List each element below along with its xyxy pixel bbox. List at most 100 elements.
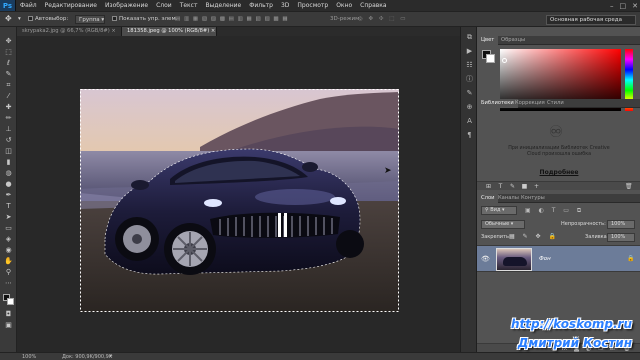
history-brush-tool-icon[interactable]: ↺ — [3, 136, 14, 145]
menu-window[interactable]: Окно — [332, 2, 356, 9]
fill-label: Заливка: — [585, 234, 609, 240]
library-color-icon[interactable]: ■ — [521, 183, 528, 190]
color-background-swatch[interactable] — [486, 54, 495, 63]
autoselect-value: Группа — [79, 17, 100, 23]
3d-tool-icon[interactable]: ◈ — [3, 235, 14, 244]
marquee-tool-icon[interactable]: ⬚ — [3, 48, 14, 57]
show-controls-checkbox[interactable]: Показать упр. элем. — [112, 15, 177, 24]
opacity-label: Непрозрачность: — [561, 221, 606, 227]
healing-brush-tool-icon[interactable]: ✚ — [3, 103, 14, 112]
minimize-button[interactable]: – — [610, 2, 614, 10]
blur-tool-icon[interactable]: ◍ — [3, 169, 14, 178]
maximize-button[interactable]: □ — [620, 2, 627, 10]
move-tool-icon[interactable]: ✥ — [5, 15, 12, 24]
tab-skrypaka2[interactable]: skrypakа2.jpg @ 66,7% (RGB/8#) × — [17, 27, 122, 36]
3d-mode-icons[interactable]: ◎ ✥ ✣ ⬚ ▭ — [358, 15, 407, 24]
menu-edit[interactable]: Редактирование — [41, 2, 101, 9]
gradient-tool-icon[interactable]: ▮ — [3, 158, 14, 167]
document-tabs: skrypakа2.jpg @ 66,7% (RGB/8#) × 181358.… — [17, 27, 460, 36]
tab-styles[interactable]: Стили — [543, 99, 568, 108]
show-controls-label: Показать упр. элем. — [119, 16, 178, 22]
tab-181358[interactable]: 181358.jpeg @ 100% (RGB/8#) × — [122, 27, 217, 36]
tool-preset-picker[interactable]: ▾ — [18, 15, 21, 24]
close-button[interactable]: ✕ — [632, 2, 638, 10]
layer-kind-filter[interactable]: ⚲ Вид ▾ — [481, 206, 517, 215]
document-image[interactable] — [80, 89, 399, 312]
quick-mask-icon[interactable]: ◘ — [3, 310, 14, 319]
kind-filter-label: Вид — [490, 207, 501, 213]
opacity-input[interactable]: 100% — [607, 220, 635, 229]
menu-select[interactable]: Выделение — [201, 2, 245, 9]
status-arrow-icon[interactable]: ▸ — [110, 353, 113, 359]
screen-mode-icon[interactable]: ▣ — [3, 321, 14, 330]
layer-thumbnail — [496, 248, 532, 271]
library-brush-icon[interactable]: ✎ — [509, 183, 516, 190]
library-add-icon[interactable]: ⊞ — [485, 183, 492, 190]
eyedropper-tool-icon[interactable]: ⁄ — [3, 92, 14, 101]
visibility-eye-icon[interactable]: 👁 — [481, 255, 490, 263]
menu-image[interactable]: Изображение — [101, 2, 152, 9]
3d-camera-tool-icon[interactable]: ◉ — [3, 246, 14, 255]
brush-panel-icon[interactable]: ✎ — [465, 89, 474, 98]
path-select-tool-icon[interactable]: ➤ — [3, 213, 14, 222]
document-size: Док: 900,9K/900,9K — [62, 354, 113, 360]
info-panel-icon[interactable]: ⓘ — [465, 75, 474, 84]
library-text-icon[interactable]: T — [497, 183, 504, 190]
hand-tool-icon[interactable]: ✋ — [3, 257, 14, 266]
menu-3d[interactable]: 3D — [277, 2, 293, 9]
blend-mode-dropdown[interactable]: Обычные ▾ — [481, 220, 525, 229]
mode-3d-label: 3D-режим: — [330, 16, 362, 22]
lock-label: Закрепить: — [481, 234, 511, 240]
character-panel-icon[interactable]: A — [465, 117, 474, 126]
lock-icons[interactable]: ▦ ✎ ✥ 🔒 — [509, 233, 559, 240]
pen-tool-icon[interactable]: ✒ — [3, 191, 14, 200]
layer-filter-icons[interactable]: ▣ ◐ T ▭ ⧉ — [525, 207, 584, 215]
paragraph-panel-icon[interactable]: ¶ — [465, 131, 474, 140]
properties-panel-icon[interactable]: ☷ — [465, 61, 474, 70]
brush-tool-icon[interactable]: ✏ — [3, 114, 14, 123]
menu-file[interactable]: Файл — [16, 2, 41, 9]
align-icons[interactable]: ▤ ▥ ▦ ▧ ▨ ▩ ▤ ▥ ▦ ▧ ▨ ▩ ▦ — [175, 15, 289, 24]
eraser-tool-icon[interactable]: ◫ — [3, 147, 14, 156]
library-plus-icon[interactable]: + — [533, 183, 540, 190]
watermark-author: Дмитрий Костин — [517, 336, 632, 350]
zoom-level[interactable]: 100% — [22, 354, 36, 360]
tab-paths[interactable]: Контуры — [517, 194, 549, 203]
actions-panel-icon[interactable]: ▶ — [465, 47, 474, 56]
menu-view[interactable]: Просмотр — [293, 2, 332, 9]
library-trash-icon[interactable]: 🗑 — [625, 183, 633, 190]
dodge-tool-icon[interactable]: ● — [3, 180, 14, 189]
photoshop-logo: Ps — [0, 0, 16, 11]
lasso-tool-icon[interactable]: ℓ — [3, 59, 14, 68]
zoom-tool-icon[interactable]: ⚲ — [3, 268, 14, 277]
crop-tool-icon[interactable]: ⌗ — [3, 81, 14, 90]
layer-thumbnail-car — [503, 257, 527, 266]
menu-filter[interactable]: Фильтр — [245, 2, 277, 9]
menu-type[interactable]: Текст — [176, 2, 202, 9]
clone-stamp-tool-icon[interactable]: ⊥ — [3, 125, 14, 134]
status-bar: 100% Док: 900,9K/900,9K ▸ — [0, 352, 640, 360]
workspace-selector[interactable]: Основная рабочая среда — [546, 15, 636, 25]
menu-bar: Ps Файл Редактирование Изображение Слои … — [0, 0, 640, 11]
color-picker-handle[interactable] — [502, 58, 507, 63]
clone-source-panel-icon[interactable]: ⊕ — [465, 103, 474, 112]
autoselect-checkbox[interactable]: Автовыбор: — [28, 15, 68, 24]
fill-input[interactable]: 100% — [607, 233, 635, 242]
shape-tool-icon[interactable]: ▭ — [3, 224, 14, 233]
layer-name[interactable]: Фон — [539, 256, 551, 262]
options-bar: ✥ ▾ Автовыбор: Группа ▾ Показать упр. эл… — [0, 11, 640, 27]
tab-color[interactable]: Цвет — [477, 36, 499, 45]
tab-swatches[interactable]: Образцы — [497, 36, 529, 45]
quick-select-tool-icon[interactable]: ✎ — [3, 70, 14, 79]
autoselect-dropdown[interactable]: Группа ▾ — [75, 15, 105, 24]
menu-help[interactable]: Справка — [356, 2, 390, 9]
library-details-link[interactable]: Подробнее — [535, 169, 583, 176]
move-tool-icon[interactable]: ✥ — [3, 37, 14, 46]
type-tool-icon[interactable]: T — [3, 202, 14, 211]
menu-layers[interactable]: Слои — [152, 2, 176, 9]
history-panel-icon[interactable]: ⧉ — [465, 33, 474, 42]
layer-row[interactable]: 👁 Фон 🔒 — [477, 245, 640, 272]
background-color-swatch[interactable] — [7, 298, 14, 305]
mouse-cursor-icon: ➤ — [384, 166, 392, 176]
more-tools-icon[interactable]: ⋯ — [3, 279, 14, 288]
